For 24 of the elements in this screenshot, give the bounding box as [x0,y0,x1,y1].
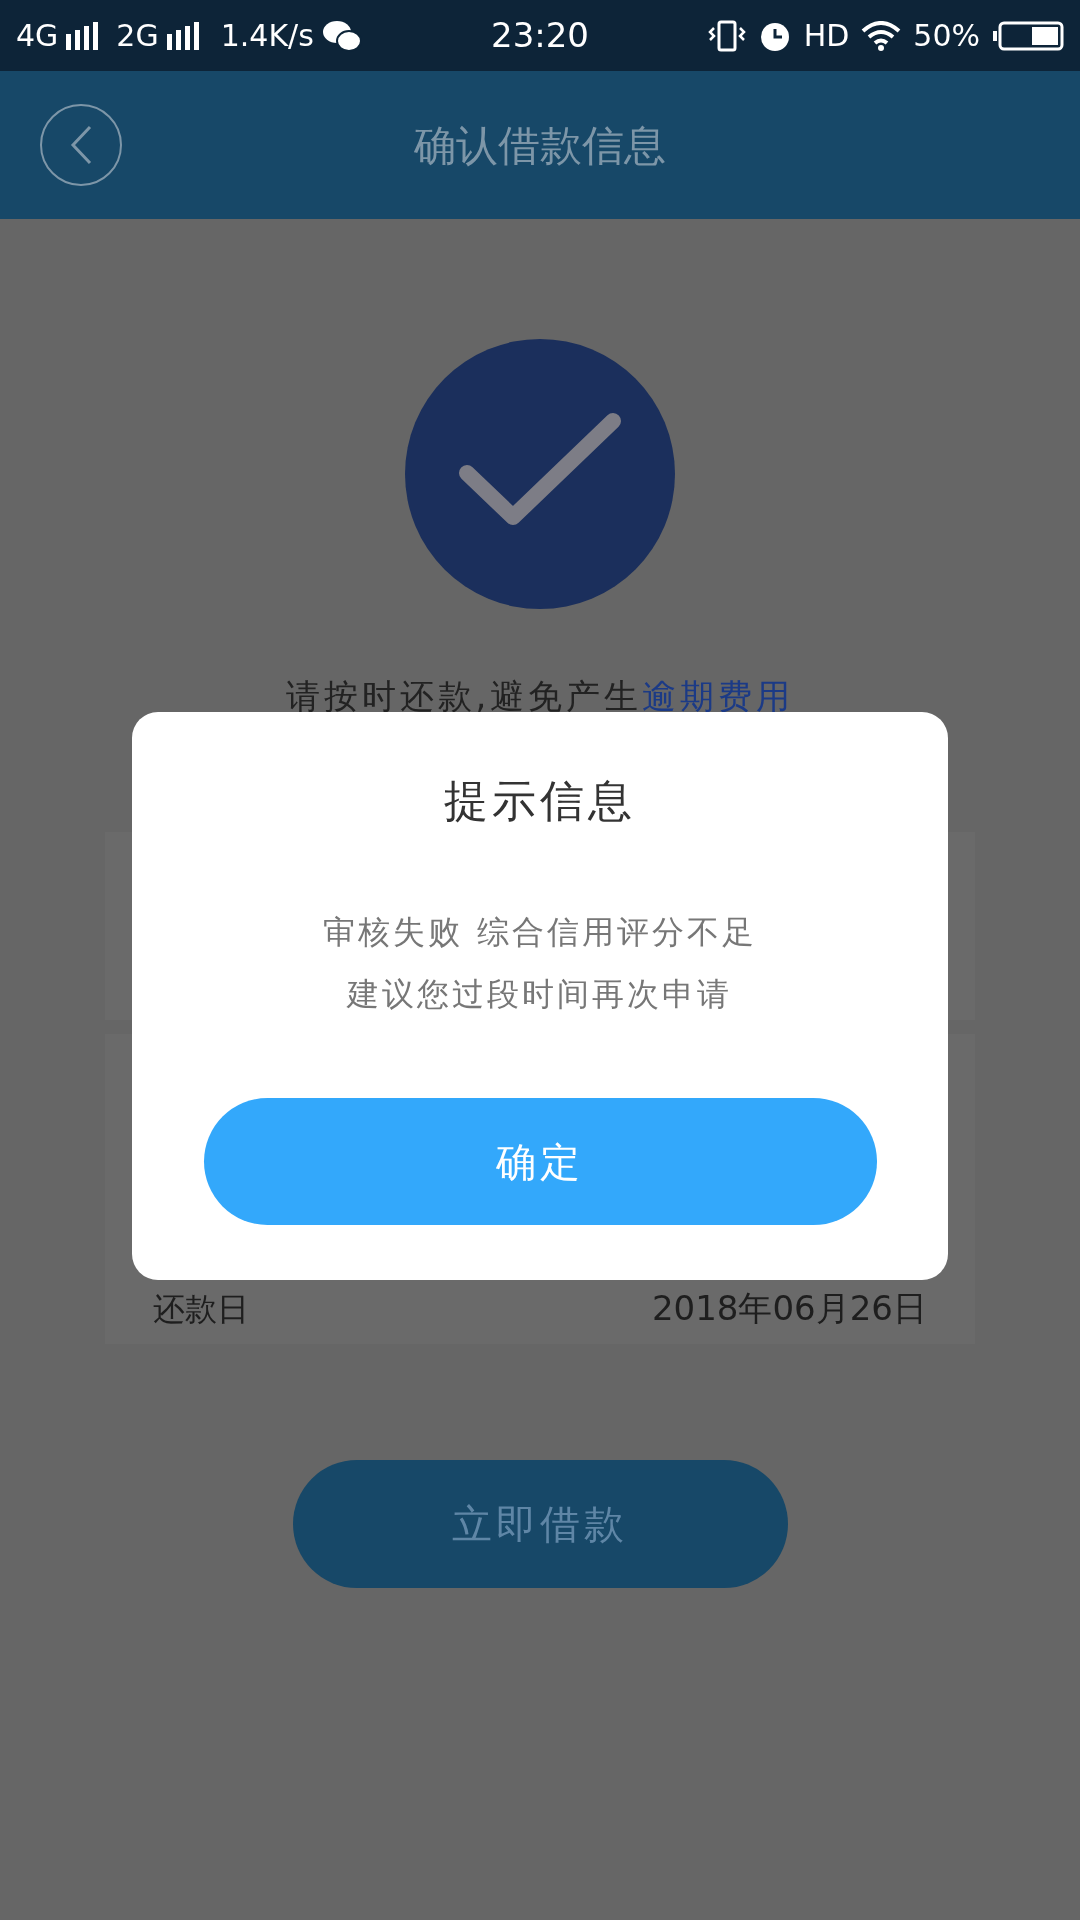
dialog-message: 审核失败 综合信用评分不足 [323,912,757,953]
borrow-button[interactable]: 立即借款 [292,1460,788,1588]
network-label: 2G [116,17,159,55]
overdue-fee-link[interactable]: 逾期费用 [642,676,795,716]
back-button[interactable] [40,104,122,186]
check-circle-icon [405,339,675,609]
signal-icon [66,21,101,50]
hd-label: HD [803,17,850,55]
network-label: 4G [16,17,59,55]
chat-bubbles-icon [321,18,362,53]
dialog-message: 建议您过段时间再次申请 [347,974,733,1015]
network-speed: 1.4K/s [220,17,314,55]
vibrate-icon [707,19,746,52]
clock-time: 23:20 [490,14,590,57]
confirm-button[interactable]: 确定 [203,1098,877,1225]
detail-value: 2018年06月26日 [651,1287,927,1330]
page-title: 确认借款信息 [414,119,666,172]
battery-percent: 50% [913,17,980,55]
dialog-title: 提示信息 [444,774,636,828]
wifi-icon [861,20,902,51]
signal-icon [166,21,201,50]
battery-icon [992,20,1064,51]
detail-label: 还款日 [153,1288,249,1330]
back-icon [70,125,92,165]
